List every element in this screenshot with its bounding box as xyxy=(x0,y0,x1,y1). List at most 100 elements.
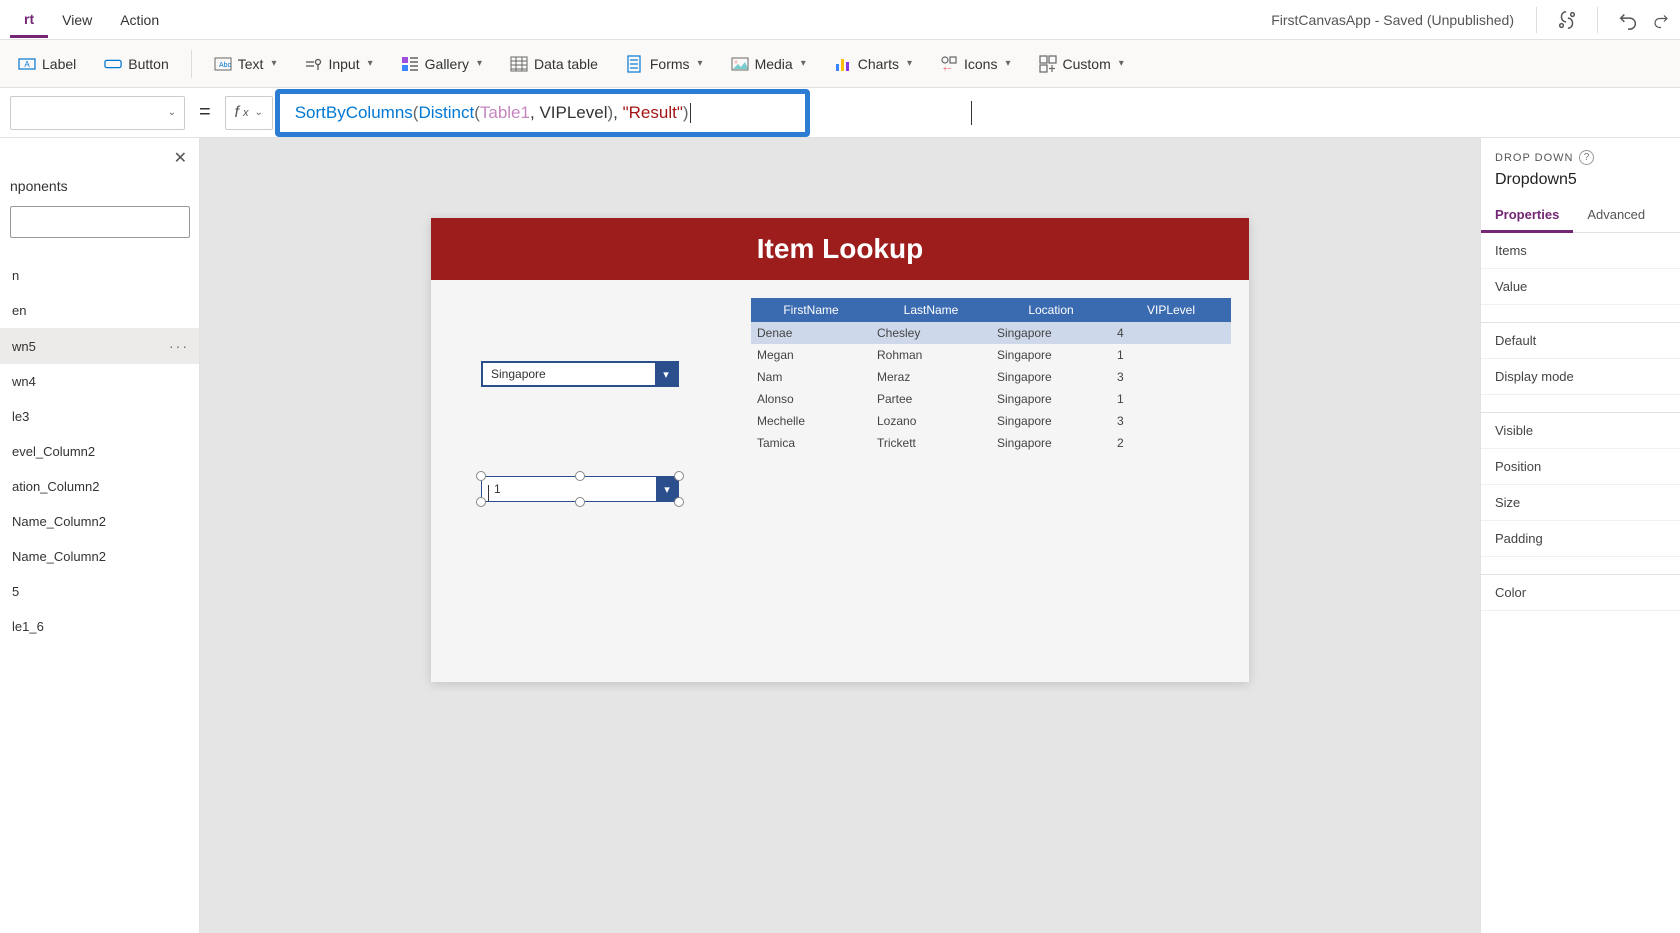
table-cell: Partee xyxy=(871,388,991,410)
tree-item[interactable]: evel_Column2 xyxy=(0,434,199,469)
resize-handle[interactable] xyxy=(674,497,684,507)
table-row[interactable]: NamMerazSingapore3 xyxy=(751,366,1231,388)
column-header[interactable]: Location xyxy=(991,298,1111,322)
tree-item[interactable]: ation_Column2 xyxy=(0,469,199,504)
text-icon: Abc xyxy=(214,55,232,73)
gallery-button[interactable]: Gallery ▾ xyxy=(391,49,492,79)
label-button[interactable]: A Label xyxy=(8,49,86,79)
prop-position[interactable]: Position xyxy=(1481,449,1680,485)
resize-handle[interactable] xyxy=(575,497,585,507)
resize-handle[interactable] xyxy=(476,471,486,481)
table-cell: Meraz xyxy=(871,366,991,388)
formula-bar[interactable]: SortByColumns(Distinct(Table1, VIPLevel)… xyxy=(281,95,1670,131)
label-text: Label xyxy=(42,56,76,72)
charts-button[interactable]: Charts ▾ xyxy=(824,49,922,79)
tree-item[interactable]: n xyxy=(0,258,199,293)
table-cell: Singapore xyxy=(991,344,1111,366)
tab-properties[interactable]: Properties xyxy=(1481,199,1573,233)
table-row[interactable]: AlonsoParteeSingapore1 xyxy=(751,388,1231,410)
tree-search-input[interactable] xyxy=(10,206,190,238)
table-cell: Nam xyxy=(751,366,871,388)
chevron-down-icon: ▾ xyxy=(271,58,276,69)
tree-item[interactable]: Name_Column2 xyxy=(0,539,199,574)
forms-icon xyxy=(626,55,644,73)
text-label: Text xyxy=(238,56,264,72)
tree-item[interactable]: wn4 xyxy=(0,364,199,399)
tree-item[interactable]: wn5··· xyxy=(0,328,199,364)
custom-icon xyxy=(1039,55,1057,73)
prop-size[interactable]: Size xyxy=(1481,485,1680,521)
tree-item[interactable]: 5 xyxy=(0,574,199,609)
column-header[interactable]: LastName xyxy=(871,298,991,322)
menu-view[interactable]: View xyxy=(48,4,106,36)
chevron-down-icon[interactable]: ▾ xyxy=(655,363,677,385)
redo-icon[interactable] xyxy=(1652,2,1670,38)
group-gap xyxy=(1481,557,1680,575)
input-button[interactable]: Input ▾ xyxy=(294,49,382,79)
tree-item[interactable]: Name_Column2 xyxy=(0,504,199,539)
table-row[interactable]: TamicaTrickettSingapore2 xyxy=(751,432,1231,454)
data-table[interactable]: FirstNameLastNameLocationVIPLevel DenaeC… xyxy=(751,298,1231,454)
prop-visible[interactable]: Visible xyxy=(1481,413,1680,449)
table-cell: Chesley xyxy=(871,322,991,344)
help-icon[interactable]: ? xyxy=(1579,150,1594,165)
column-header[interactable]: FirstName xyxy=(751,298,871,322)
column-header[interactable]: VIPLevel xyxy=(1111,298,1231,322)
text-button[interactable]: Abc Text ▾ xyxy=(204,49,287,79)
button-button[interactable]: Button xyxy=(94,49,178,79)
prop-displaymode[interactable]: Display mode xyxy=(1481,359,1680,395)
resize-handle[interactable] xyxy=(476,497,486,507)
datatable-button[interactable]: Data table xyxy=(500,49,608,79)
datatable-label: Data table xyxy=(534,56,598,72)
viplevel-dropdown[interactable]: 1 ▾ xyxy=(481,476,679,502)
tree-item[interactable]: le3 xyxy=(0,399,199,434)
menu-action[interactable]: Action xyxy=(106,4,173,36)
svg-text:+−: +− xyxy=(943,66,951,73)
resize-handle[interactable] xyxy=(575,471,585,481)
tree-list: nenwn5···wn4le3evel_Column2ation_Column2… xyxy=(0,258,199,644)
tree-item[interactable]: en xyxy=(0,293,199,328)
table-cell: 4 xyxy=(1111,322,1231,344)
prop-padding[interactable]: Padding xyxy=(1481,521,1680,557)
property-selector[interactable]: ⌄ xyxy=(10,96,185,130)
table-row[interactable]: DenaeChesleySingapore4 xyxy=(751,322,1231,344)
menu-insert[interactable]: rt xyxy=(10,3,48,38)
chevron-down-icon: ▾ xyxy=(477,58,482,69)
icons-label: Icons xyxy=(964,56,997,72)
prop-default[interactable]: Default xyxy=(1481,323,1680,359)
chevron-down-icon: ▾ xyxy=(368,58,373,69)
properties-panel: DROP DOWN ? Dropdown5 Properties Advance… xyxy=(1480,138,1680,933)
formula-row: ⌄ = fx⌄ SortByColumns(Distinct(Table1, V… xyxy=(0,88,1680,138)
icons-button[interactable]: +− Icons ▾ xyxy=(930,49,1021,79)
table-cell: Mechelle xyxy=(751,410,871,432)
props-tabs: Properties Advanced xyxy=(1481,199,1680,233)
fx-button[interactable]: fx⌄ xyxy=(225,96,273,130)
table-cell: 3 xyxy=(1111,410,1231,432)
media-label: Media xyxy=(755,56,793,72)
formula-content: SortByColumns(Distinct(Table1, VIPLevel)… xyxy=(281,103,691,123)
table-cell: Rohman xyxy=(871,344,991,366)
text-cursor-icon xyxy=(971,101,972,125)
close-icon[interactable]: ✕ xyxy=(174,148,187,168)
canvas-title: Item Lookup xyxy=(431,218,1249,280)
text-cursor xyxy=(690,103,691,123)
resize-handle[interactable] xyxy=(674,471,684,481)
custom-button[interactable]: Custom ▾ xyxy=(1029,49,1134,79)
prop-items[interactable]: Items xyxy=(1481,233,1680,269)
tab-advanced[interactable]: Advanced xyxy=(1573,199,1659,232)
group-gap xyxy=(1481,305,1680,323)
more-icon[interactable]: ··· xyxy=(169,338,189,354)
canvas[interactable]: Item Lookup Singapore ▾ 1 ▾ FirstName xyxy=(431,218,1249,682)
tree-item[interactable]: le1_6 xyxy=(0,609,199,644)
table-row[interactable]: MeganRohmanSingapore1 xyxy=(751,344,1231,366)
app-checker-icon[interactable] xyxy=(1549,2,1585,38)
prop-color[interactable]: Color xyxy=(1481,575,1680,611)
chevron-down-icon: ▾ xyxy=(698,58,703,69)
forms-button[interactable]: Forms ▾ xyxy=(616,49,713,79)
chevron-down-icon: ▾ xyxy=(801,58,806,69)
undo-icon[interactable] xyxy=(1610,2,1646,38)
table-row[interactable]: MechelleLozanoSingapore3 xyxy=(751,410,1231,432)
prop-value[interactable]: Value xyxy=(1481,269,1680,305)
media-button[interactable]: Media ▾ xyxy=(721,49,816,79)
location-dropdown[interactable]: Singapore ▾ xyxy=(481,361,679,387)
